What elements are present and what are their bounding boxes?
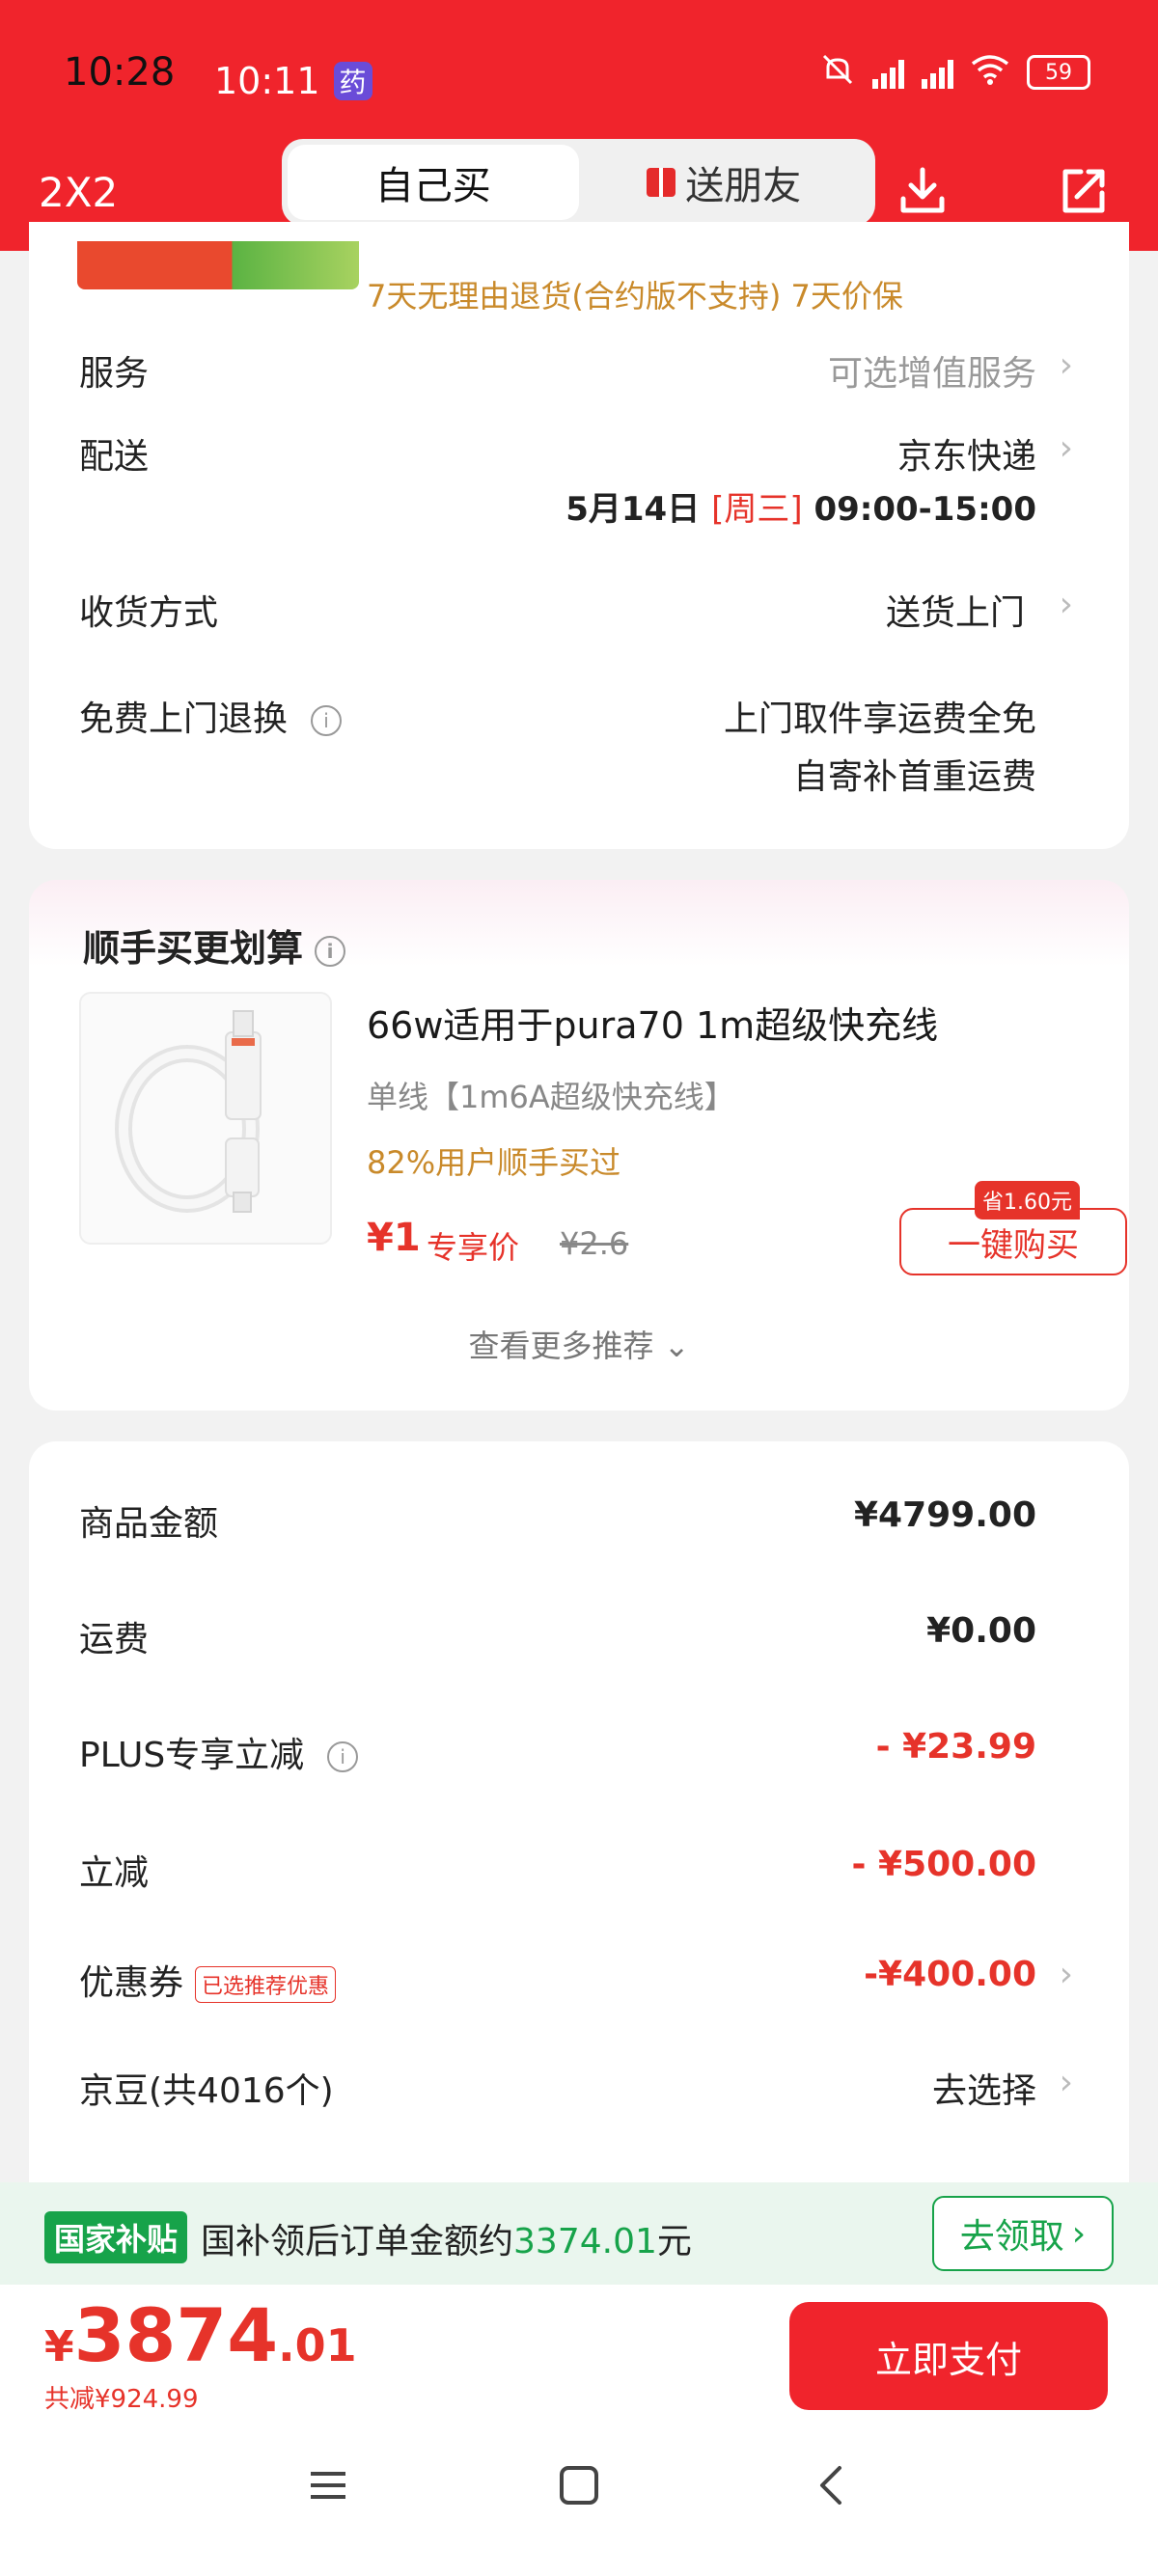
mute-icon [820,52,855,93]
download-icon[interactable] [894,162,951,224]
addon-product-name[interactable]: 66w适用于pura70 1m超级快充线 [367,996,938,1049]
chevron-right-icon[interactable]: › [1060,345,1073,385]
receive-value[interactable]: 送货上门 [886,585,1025,635]
instant-discount-label: 立减 [79,1853,150,1893]
info-icon[interactable]: i [311,705,343,736]
delivery-label: 配送 [79,437,150,477]
addon-card: 顺手买更划算 i 66w适用于pura70 1m超级快充线 单线【1m6A超级快充… [29,880,1129,1411]
tab-buy-self-label: 自己买 [374,164,491,208]
claim-subsidy-button[interactable]: 去领取 › [932,2196,1114,2271]
subsidy-text: 国补领后订单金额约3374.01元 [201,2213,692,2263]
menu-icon[interactable] [307,2464,349,2510]
tab-send-friend-label: 送朋友 [685,164,802,208]
chevron-down-icon: ⌄ [663,1328,690,1364]
chevron-right-icon: › [1071,2213,1087,2254]
savings-badge: 省1.60元 [975,1181,1080,1219]
addon-price-tag: 专享价 [427,1229,520,1266]
chevron-right-icon[interactable]: › [1060,1955,1073,1994]
currency-symbol: ¥ [44,2322,74,2371]
tab-send-friend[interactable]: 送朋友 [579,145,870,220]
free-return-row: 免费上门退换 i [79,691,343,741]
goods-amount-label: 商品金额 [79,1504,219,1544]
shipping-card: 7天无理由退货(合约版不支持) 7天价保 服务 可选增值服务 › 配送 京东快递… [29,222,1129,849]
more-recommendations-label: 查看更多推荐 [468,1328,654,1364]
payment-bar: ¥3874.01 共减¥924.99 立即支付 [0,2285,1158,2414]
delivery-date[interactable]: 5月14日 [周三] 09:00-15:00 [565,482,1036,530]
amount-card: 商品金额 ¥4799.00 运费 ¥0.00 PLUS专享立减 i - ¥23.9… [29,1441,1129,2194]
status-time-overlay: 10:28 [64,50,176,95]
signal-icon [872,56,904,89]
delivery-date-weekday: [周三] [711,490,803,529]
addon-product-spec: 单线【1m6A超级快充线】 [367,1079,735,1115]
close-button[interactable]: 2X2 [39,169,118,216]
gift-icon [647,168,676,197]
home-icon[interactable] [558,2464,600,2510]
free-return-label: 免费上门退换 [79,699,289,739]
cable-product-image[interactable] [79,992,332,1245]
subsidy-text-suffix: 元 [656,2222,692,2261]
status-time: 10:11 [214,60,320,102]
addon-product-popularity: 82%用户顺手买过 [367,1144,621,1181]
freight-label: 运费 [79,1620,150,1659]
coupon-row[interactable]: 优惠券 已选推荐优惠 [79,1955,337,2005]
addon-price: ¥1 [367,1216,421,1260]
signal-icon-2 [922,56,953,89]
free-return-line2: 自寄补首重运费 [792,757,1036,797]
battery-icon: 59 [1027,55,1090,90]
coupon-label: 优惠券 [79,1963,184,2003]
goods-amount-value: ¥4799.00 [853,1495,1036,1535]
jd-bean-label: 京豆(共4016个) [79,2071,334,2111]
total-price-dec: .01 [278,2319,357,2371]
chevron-right-icon[interactable]: › [1060,428,1073,468]
share-icon[interactable] [1054,162,1112,224]
pay-now-button[interactable]: 立即支付 [789,2302,1108,2410]
top-header: 10:28 10:11 药 59 2X2 自己买 送朋友 [0,0,1158,251]
addon-title: 顺手买更划算 i [83,918,346,972]
system-nav-bar [0,2410,1158,2576]
status-icons: 59 [820,52,1090,93]
more-recommendations[interactable]: 查看更多推荐 ⌄ [29,1322,1129,1366]
purchase-mode-switch: 自己买 送朋友 [282,139,875,226]
back-icon[interactable] [811,2464,853,2510]
wifi-icon [971,54,1009,91]
subsidy-amount: 3374.01 [513,2222,657,2261]
claim-subsidy-label: 去领取 [959,2217,1064,2257]
addon-title-text: 顺手买更划算 [83,927,304,970]
plus-discount-row: PLUS专享立减 i [79,1727,359,1777]
total-price-int: 3874 [73,2292,279,2378]
delivery-date-day: 5月14日 [565,490,701,529]
status-time-group: 10:11 药 [214,60,372,102]
addon-original-price: ¥2.6 [560,1225,629,1262]
free-return-line1: 上门取件享运费全免 [723,699,1036,739]
coupon-value[interactable]: -¥400.00 [864,1955,1036,1994]
subsidy-text-prefix: 国补领后订单金额约 [201,2222,514,2261]
instant-discount-value: - ¥500.00 [851,1845,1036,1884]
tab-buy-self[interactable]: 自己买 [288,145,579,220]
plus-discount-value: - ¥23.99 [875,1727,1036,1767]
service-label: 服务 [79,354,150,394]
subsidy-badge: 国家补贴 [44,2211,188,2263]
jd-bean-select[interactable]: 去选择 [932,2063,1036,2113]
receive-label: 收货方式 [79,593,219,633]
total-price: ¥3874.01 [44,2292,357,2378]
app-badge: 药 [333,62,372,100]
delivery-date-time: 09:00-15:00 [813,490,1036,529]
chevron-right-icon[interactable]: › [1060,2063,1073,2102]
national-subsidy-bar: 国家补贴 国补领后订单金额约3374.01元 去领取 › [0,2182,1158,2285]
return-policy: 7天无理由退货(合约版不支持) 7天价保 [367,278,903,315]
info-icon[interactable]: i [315,935,346,967]
info-icon[interactable]: i [327,1741,359,1772]
freight-value: ¥0.00 [926,1611,1036,1651]
service-value[interactable]: 可选增值服务 [828,345,1036,396]
chevron-right-icon[interactable]: › [1060,585,1073,624]
coupon-tag: 已选推荐优惠 [195,1966,337,2003]
product-thumbnail [77,241,359,289]
plus-discount-label: PLUS专享立减 [79,1736,305,1775]
delivery-value[interactable]: 京东快递 [897,428,1036,479]
